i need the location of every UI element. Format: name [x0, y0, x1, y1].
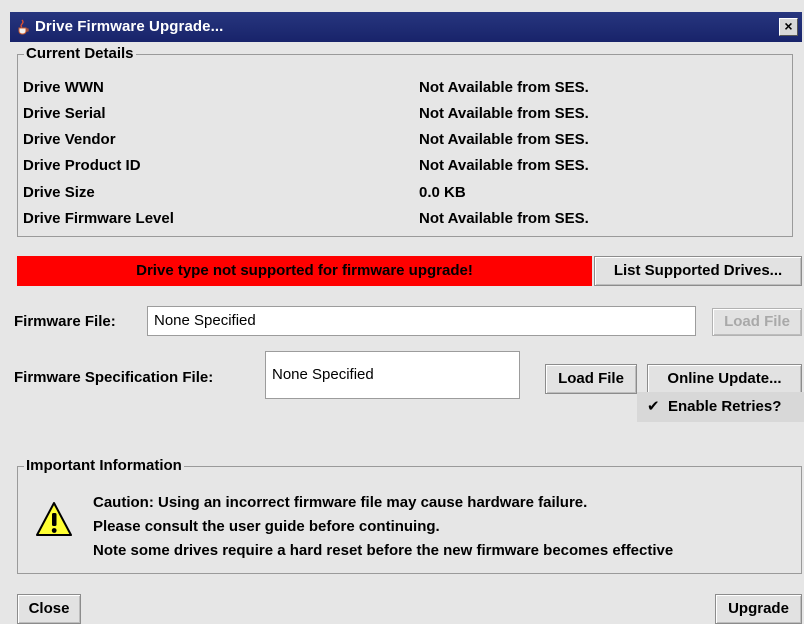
checkmark-icon: ✔ [647, 398, 660, 415]
firmware-file-label: Firmware File: [14, 313, 116, 330]
drive-serial-value: Not Available from SES. [419, 105, 589, 122]
firmware-spec-file-field[interactable]: None Specified [265, 351, 520, 399]
drive-firmware-level-value: Not Available from SES. [419, 210, 589, 227]
warning-icon [36, 502, 72, 536]
firmware-file-field[interactable]: None Specified [147, 306, 696, 336]
window-title: Drive Firmware Upgrade... [35, 18, 224, 35]
drive-vendor-value: Not Available from SES. [419, 131, 589, 148]
firmware-spec-file-label: Firmware Specification File: [14, 369, 214, 386]
upgrade-button[interactable]: Upgrade [715, 594, 802, 624]
drive-wwn-label: Drive WWN [23, 79, 104, 96]
list-supported-drives-button[interactable]: List Supported Drives... [594, 256, 802, 286]
drive-product-id-label: Drive Product ID [23, 157, 141, 174]
drive-size-value: 0.0 KB [419, 184, 466, 201]
important-information-title: Important Information [24, 457, 184, 474]
drive-vendor-label: Drive Vendor [23, 131, 116, 148]
drive-wwn-value: Not Available from SES. [419, 79, 589, 96]
caution-line: Caution: Using an incorrect firmware fil… [93, 494, 588, 511]
current-details-title: Current Details [24, 45, 136, 62]
java-cup-icon [18, 19, 29, 35]
unsupported-drive-banner: Drive type not supported for firmware up… [17, 256, 592, 286]
close-window-button[interactable]: × [779, 18, 798, 36]
load-spec-file-button[interactable]: Load File [545, 364, 637, 394]
title-bar: Drive Firmware Upgrade... × [10, 12, 802, 42]
load-firmware-file-button[interactable]: Load File [712, 308, 802, 336]
enable-retries-label: Enable Retries? [668, 398, 782, 415]
enable-retries-checkbox[interactable]: ✔ Enable Retries? [637, 392, 804, 422]
drive-product-id-value: Not Available from SES. [419, 157, 589, 174]
firmware-upgrade-dialog: Drive Firmware Upgrade... × Current Deta… [0, 0, 804, 624]
online-update-button[interactable]: Online Update... [647, 364, 802, 394]
consult-guide-line: Please consult the user guide before con… [93, 518, 440, 535]
drive-size-label: Drive Size [23, 184, 95, 201]
hard-reset-note-line: Note some drives require a hard reset be… [93, 542, 674, 559]
drive-firmware-level-label: Drive Firmware Level [23, 210, 174, 227]
close-button[interactable]: Close [17, 594, 81, 624]
drive-serial-label: Drive Serial [23, 105, 106, 122]
